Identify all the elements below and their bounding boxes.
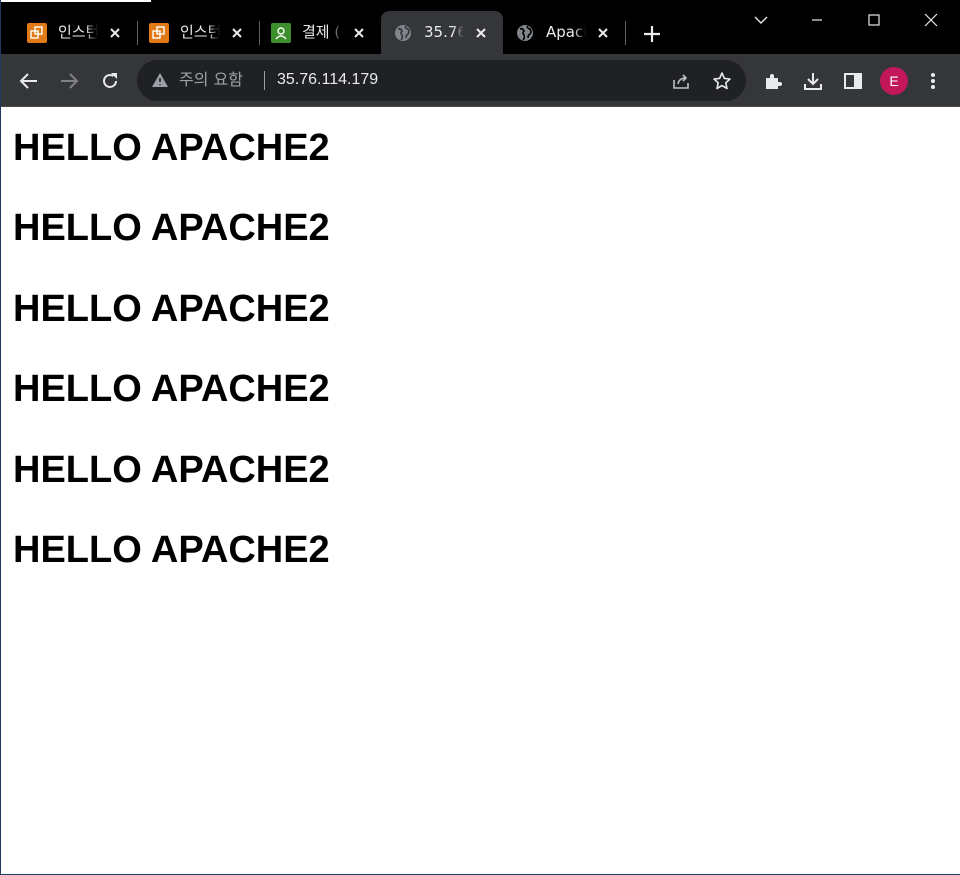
page-heading: HELLO APACHE2	[13, 207, 330, 249]
more-vertical-icon	[931, 73, 935, 89]
chevron-down-icon	[754, 16, 768, 24]
tab-title: 결제 (	[302, 23, 341, 41]
page-heading: HELLO APACHE2	[13, 449, 330, 491]
maximize-button[interactable]	[846, 0, 902, 40]
browser-toolbar: 주의 요함 35.76.114.179	[1, 54, 960, 107]
cloud-instance-icon	[27, 23, 47, 43]
tab-title: Apache	[546, 23, 586, 41]
close-tab-icon[interactable]	[227, 23, 247, 43]
url-text[interactable]: 35.76.114.179	[277, 70, 378, 90]
address-bar[interactable]: 주의 요함 35.76.114.179	[137, 60, 746, 101]
billing-icon	[271, 23, 291, 43]
warning-icon[interactable]	[151, 71, 169, 89]
close-tab-icon[interactable]	[471, 23, 491, 43]
cloud-instance-icon	[149, 23, 169, 43]
globe-icon	[515, 23, 535, 43]
page-heading: HELLO APACHE2	[13, 288, 330, 330]
side-panel-button[interactable]	[840, 68, 866, 94]
extensions-button[interactable]	[760, 68, 786, 94]
close-icon	[924, 13, 938, 27]
close-tab-icon[interactable]	[593, 23, 613, 43]
tab-apache[interactable]: Apache	[503, 11, 626, 54]
tab-instances-1[interactable]: 인스턴스	[15, 11, 138, 54]
tab-current-ip[interactable]: 35.76.114.179	[381, 11, 503, 54]
tab-title: 인스턴스	[58, 23, 98, 41]
page-heading: HELLO APACHE2	[13, 127, 330, 169]
reload-icon	[103, 73, 117, 88]
page-heading: HELLO APACHE2	[13, 368, 330, 410]
address-separator	[264, 71, 265, 90]
minimize-button[interactable]	[789, 0, 845, 40]
share-icon[interactable]	[671, 71, 691, 91]
tab-title: 35.76.114.179	[424, 23, 464, 41]
reload-button[interactable]	[97, 68, 123, 94]
tab-strip: 인스턴스 인스턴스 결제 (	[1, 0, 960, 54]
page-heading: HELLO APACHE2	[13, 529, 330, 571]
downloads-button[interactable]	[800, 68, 826, 94]
forward-button[interactable]	[56, 68, 82, 94]
maximize-icon	[868, 14, 880, 26]
arrow-left-icon	[19, 73, 37, 89]
page-content: HELLO APACHE2 HELLO APACHE2 HELLO APACHE…	[2, 107, 960, 874]
download-icon	[804, 73, 822, 90]
profile-avatar[interactable]: E	[880, 67, 908, 95]
tab-instances-2[interactable]: 인스턴스	[137, 11, 260, 54]
new-tab-button[interactable]	[639, 21, 665, 47]
close-window-button[interactable]	[903, 0, 959, 40]
close-tab-icon[interactable]	[349, 23, 369, 43]
tab-billing[interactable]: 결제 (	[259, 11, 381, 54]
tab-search-button[interactable]	[733, 0, 789, 40]
browser-window: 인스턴스 인스턴스 결제 (	[0, 0, 960, 875]
tab-separator	[625, 21, 626, 45]
menu-button[interactable]	[920, 68, 946, 94]
back-button[interactable]	[16, 68, 42, 94]
tab-title: 인스턴스	[180, 23, 220, 41]
security-status-label[interactable]: 주의 요함	[179, 70, 243, 90]
puzzle-icon	[766, 74, 782, 89]
bookmark-star-icon[interactable]	[712, 71, 732, 91]
globe-icon	[393, 23, 413, 43]
side-panel-icon	[844, 73, 862, 89]
close-tab-icon[interactable]	[105, 23, 125, 43]
minimize-icon	[812, 19, 822, 21]
focus-indicator	[1, 0, 151, 2]
arrow-right-icon	[61, 73, 79, 89]
